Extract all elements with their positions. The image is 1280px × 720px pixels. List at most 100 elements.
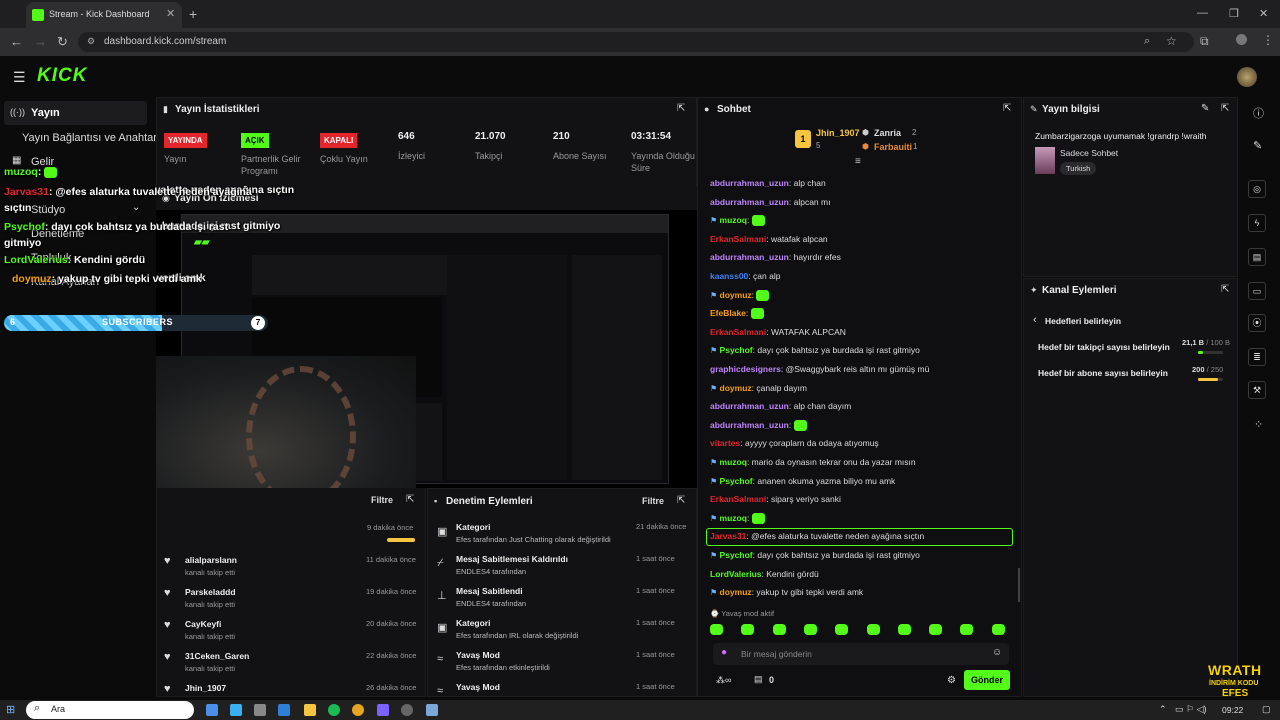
chat-username[interactable]: muzoq <box>720 457 747 467</box>
emote-picker-icon[interactable] <box>803 624 817 635</box>
chat-username[interactable]: Psychof <box>720 550 753 560</box>
chat-message[interactable]: ⚑ doymuz: <box>710 290 770 301</box>
chat-message[interactable]: ⚑ muzoq: mario da oynasın tekrar onu da … <box>710 457 916 467</box>
info-icon[interactable]: ⓘ <box>1253 105 1264 121</box>
chat-username[interactable]: Psychof <box>720 476 753 486</box>
omnibox[interactable]: ⚙ dashboard.kick.com/stream ⌕ ☆ <box>78 32 1194 52</box>
emote-picker-icon[interactable] <box>835 624 849 635</box>
minimize-icon[interactable]: — <box>1197 7 1208 19</box>
chat-message[interactable]: ErkanSalmani: siparş veriyo sanki <box>710 494 841 504</box>
activity-row[interactable]: ♥ alialparslann kanalı takip etti 11 dakika… <box>160 551 422 581</box>
top-gifter-2[interactable]: Zanria <box>874 128 901 138</box>
chat-username[interactable]: EfeBlake <box>710 308 746 318</box>
sub-goal-setting-label[interactable]: Hedef bir abone sayısı belirleyin <box>1038 368 1168 378</box>
browser-menu-icon[interactable]: ⋮ <box>1262 33 1274 47</box>
document-icon[interactable]: ▤ <box>1248 248 1266 266</box>
chat-message[interactable]: kaanss00: çan alp <box>710 271 780 281</box>
chat-settings-icon[interactable]: ⚙ <box>947 675 956 686</box>
emote-picker-icon[interactable] <box>710 624 723 635</box>
moderation-row[interactable]: ▣ Kategori Efes tarafından IRL olarak deği… <box>431 615 693 645</box>
activity-user[interactable]: Jhin_1907 <box>185 683 226 693</box>
forward-icon[interactable]: → <box>34 34 47 49</box>
activity-row[interactable]: ♥ Parskeladdd kanalı takip etti 19 dakika ö… <box>160 583 422 613</box>
filter-button[interactable]: Filtre <box>371 495 393 505</box>
list-icon[interactable]: ≣ <box>1248 348 1266 366</box>
chrome-icon[interactable] <box>352 704 364 716</box>
chat-username[interactable]: ErkanSalmani <box>710 327 766 337</box>
notification-icon[interactable]: ▢ <box>1262 704 1271 715</box>
emote-picker-icon[interactable] <box>772 624 786 635</box>
chat-username[interactable]: abdurrahman_uzun <box>710 401 789 411</box>
chat-message[interactable]: ⚑ doymuz: çanalp dayım <box>710 383 807 393</box>
tray-chevron-icon[interactable]: ⌃ <box>1159 704 1167 715</box>
send-button[interactable]: Gönder <box>964 670 1010 690</box>
lightning-icon[interactable]: ϟ <box>1248 214 1266 232</box>
emote-picker-icon[interactable] <box>866 624 880 635</box>
emote-picker-icon[interactable] <box>741 624 755 635</box>
chat-message[interactable]: ⚑ Psychof: dayı çok bahtsız ya burdada i… <box>710 550 920 560</box>
chat-username[interactable]: doymuz <box>720 383 752 393</box>
activity-user[interactable]: Parskeladdd <box>185 587 236 597</box>
chat-username[interactable]: abdurrahman_uzun <box>710 178 789 188</box>
windows-start-icon[interactable]: ⊞ <box>6 703 15 716</box>
new-tab-icon[interactable]: + <box>189 6 197 22</box>
chat-message[interactable]: ⚑ muzoq: <box>710 513 765 525</box>
chat-username[interactable]: abdurrahman_uzun <box>710 420 789 430</box>
broadcast-tool-icon[interactable]: ⦿ <box>1248 314 1266 332</box>
chat-message[interactable]: abdurrahman_uzun: alp chan <box>710 178 826 188</box>
camera-icon[interactable]: ◎ <box>1248 180 1266 198</box>
follower-goal-label[interactable]: Hedef bir takipçi sayısı belirleyin <box>1038 342 1170 352</box>
maximize-icon[interactable]: ❐ <box>1229 7 1239 20</box>
collapse-icon[interactable]: ≡ <box>855 156 861 167</box>
activity-row[interactable]: ♥ 31Ceken_Garen kanalı takip etti 22 dakika… <box>160 647 422 677</box>
emoji-icon[interactable]: ☺ <box>992 647 1002 658</box>
edit-layout-icon[interactable]: ✎ <box>1253 139 1262 152</box>
expand-icon[interactable]: ⇱ <box>406 494 414 505</box>
profile-icon[interactable] <box>1236 34 1247 45</box>
edge-icon[interactable] <box>230 704 242 716</box>
moderation-row[interactable]: ≈ Yavaş Mod Efes tarafından etkinleştirild… <box>431 647 693 677</box>
chat-username[interactable]: doymuz <box>720 587 752 597</box>
explorer-icon[interactable] <box>304 704 316 716</box>
hamburger-menu-icon[interactable]: ☰ <box>13 69 26 86</box>
extensions-icon[interactable]: ⧉ <box>1200 34 1209 49</box>
chat-message[interactable]: abdurrahman_uzun: alp chan dayım <box>710 401 851 411</box>
top-gifter-3[interactable]: Farbauiti <box>874 142 912 152</box>
browser-tab[interactable]: Stream - Kick Dashboard ✕ <box>26 2 182 28</box>
spotify-icon[interactable] <box>328 704 340 716</box>
reload-icon[interactable]: ↻ <box>57 34 68 50</box>
chat-message[interactable]: abdurrahman_uzun: hayırdır efes <box>710 252 841 262</box>
expand-icon[interactable]: ⇱ <box>1221 103 1229 114</box>
emote-picker-icon[interactable] <box>991 624 1005 635</box>
user-avatar[interactable] <box>1237 67 1257 87</box>
sidebar-item-yayin[interactable]: ((·)) Yayın <box>4 101 147 125</box>
chat-scrollbar[interactable] <box>1018 568 1020 602</box>
chat-username[interactable]: Psychof <box>720 345 753 355</box>
chat-input-box[interactable]: ● Bir mesaj gönderin ☺ <box>713 643 1009 665</box>
emote-picker-icon[interactable] <box>929 624 943 635</box>
more-tools-icon[interactable]: ⁘ <box>1254 418 1263 431</box>
mail-icon[interactable] <box>278 704 290 716</box>
filter-button[interactable]: Filtre <box>642 496 664 506</box>
close-window-icon[interactable]: ✕ <box>1259 7 1268 20</box>
expand-icon[interactable]: ⇱ <box>677 495 685 506</box>
taskbar-search[interactable]: ⌕ Ara <box>26 701 194 719</box>
chat-message[interactable]: ⚑ Psychof: ananen okuma yazma biliyo mu … <box>710 476 895 486</box>
activity-user[interactable]: alialparslann <box>185 555 237 565</box>
expand-icon[interactable]: ⇱ <box>1221 284 1229 295</box>
edit-icon[interactable]: ✎ <box>1201 103 1209 114</box>
bookmark-star-icon[interactable]: ☆ <box>1166 34 1177 48</box>
chat-message[interactable]: ErkanSalmani: WATAFAK ALPCAN <box>710 327 846 337</box>
back-chevron-icon[interactable]: ‹ <box>1033 314 1037 326</box>
channel-points-icon[interactable]: ⁂∞ <box>716 675 731 686</box>
gift-icon[interactable]: ▤ <box>754 674 763 685</box>
emote-picker-icon[interactable] <box>960 624 974 635</box>
chat-message[interactable]: ErkanSalmani: watafak alpcan <box>710 234 828 244</box>
chat-username[interactable]: muzoq <box>720 513 747 523</box>
activity-row[interactable]: ♥ CayKeyfi kanalı takip etti 20 dakika önce <box>160 615 422 645</box>
chat-message[interactable]: vitartes: ayyyy çoraplarn da odaya atıyo… <box>710 438 879 448</box>
zoom-icon[interactable]: ⌕ <box>1144 35 1150 48</box>
kick-logo[interactable]: KICK <box>37 65 87 87</box>
expand-icon[interactable]: ⇱ <box>677 103 685 114</box>
chat-message[interactable]: LordValerius: Kendini gördü <box>710 569 819 579</box>
